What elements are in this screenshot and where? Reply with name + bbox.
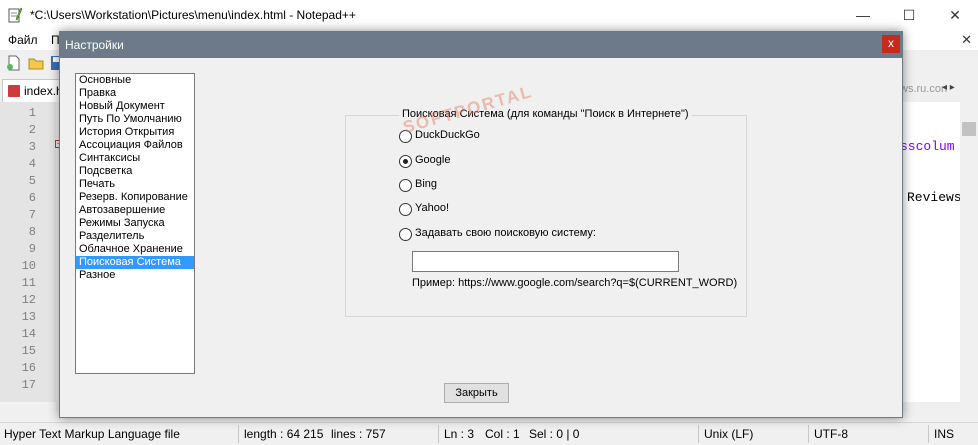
radio-label[interactable]: Google [415,154,450,166]
radio-button[interactable] [399,203,412,216]
category-misc[interactable]: Разное [76,269,194,282]
notepad-app-icon [8,7,23,23]
new-file-icon[interactable] [6,55,22,71]
tab-scroll-arrows-icon[interactable]: ◂ ▸ [942,82,955,93]
maximize-button[interactable]: ☐ [886,0,932,30]
insert-mode-label: INS [934,427,955,441]
line-number: 2 [28,123,36,137]
search-engine-group: Поисковая Система (для команды "Поиск в … [345,108,747,317]
line-number: 14 [21,327,36,341]
line-number: 6 [28,191,36,205]
close-dialog-button[interactable]: Закрыть [444,383,509,403]
line-number: 17 [21,378,36,392]
radio-label[interactable]: Yahoo! [415,202,449,214]
category-multi-instance[interactable]: Режимы Запуска [76,217,194,230]
line-number: 1 [28,106,36,120]
status-divider [698,425,699,443]
category-cloud[interactable]: Облачное Хранение [76,243,194,256]
line-number: 13 [21,310,36,324]
col-label: Col : 1 [485,427,520,441]
lines-label: lines : 757 [331,427,386,441]
settings-category-list[interactable]: Основные Правка Новый Документ Путь По У… [75,73,195,374]
close-document-icon[interactable]: ✕ [961,32,972,48]
line-number: 7 [28,208,36,222]
tab-overflow-label[interactable]: ws.ru.con [900,83,947,95]
line-number: 16 [21,361,36,375]
status-divider [928,425,929,443]
vertical-scrollbar[interactable] [960,102,978,420]
category-delimiter[interactable]: Разделитель [76,230,194,243]
line-number: 3 [28,140,36,154]
category-search-engine[interactable]: Поисковая Система [76,256,194,269]
line-number: 8 [28,225,36,239]
search-url-example: Пример: https://www.google.com/search?q=… [412,277,738,289]
category-auto-completion[interactable]: Автозавершение [76,204,194,217]
custom-search-url-input[interactable] [412,251,679,272]
eol-label: Unix (LF) [704,427,754,441]
category-language[interactable]: Синтаксисы [76,152,194,165]
line-number: 12 [21,293,36,307]
window-close-button[interactable]: ✕ [932,0,978,30]
radio-selected-dot [403,159,408,164]
file-type-label: Hyper Text Markup Language file [4,427,180,441]
dialog-close-button[interactable]: x [882,35,900,53]
category-new-document[interactable]: Новый Документ [76,100,194,113]
window-title: *C:\Users\Workstation\Pictures\menu\inde… [30,8,356,22]
category-general[interactable]: Основные [76,74,194,87]
radio-label[interactable]: Задавать свою поисковую систему: [415,227,596,239]
radio-label[interactable]: Bing [415,178,437,190]
radio-button[interactable] [399,228,412,241]
line-number: 9 [28,242,36,256]
category-highlighting[interactable]: Подсветка [76,165,194,178]
category-editing[interactable]: Правка [76,87,194,100]
settings-dialog: Настройки x Основные Правка Новый Докуме… [59,31,903,418]
scroll-thumb[interactable] [962,122,976,136]
category-recent-files[interactable]: История Открытия [76,126,194,139]
encoding-label: UTF-8 [814,427,848,441]
radio-button[interactable] [399,179,412,192]
line-number: 15 [21,344,36,358]
ln-label: Ln : 3 [444,427,475,441]
menu-file[interactable]: Файл [8,33,38,47]
radio-button[interactable] [399,155,412,168]
length-label: length : 64 215 [244,427,324,441]
minimize-button[interactable]: — [840,0,886,30]
status-divider [438,425,439,443]
line-number: 4 [28,157,36,171]
category-default-directory[interactable]: Путь По Умолчанию [76,113,194,126]
category-file-association[interactable]: Ассоциация Файлов [76,139,194,152]
sel-label: Sel : 0 | 0 [529,427,580,441]
status-divider [808,425,809,443]
status-divider [238,425,239,443]
code-fragment: Reviews [907,190,962,205]
category-backup[interactable]: Резерв. Копирование [76,191,194,204]
dialog-titlebar[interactable]: Настройки x [60,32,902,58]
open-file-icon[interactable] [28,55,44,71]
line-number: 11 [21,276,36,290]
dialog-title: Настройки [65,38,124,52]
line-number: 10 [21,259,36,273]
line-number: 5 [28,174,36,188]
statusbar: Hyper Text Markup Language file length :… [0,422,978,445]
category-print[interactable]: Печать [76,178,194,191]
unsaved-file-icon [8,85,20,97]
code-fragment: sscolum [900,139,955,154]
window-titlebar: *C:\Users\Workstation\Pictures\menu\inde… [0,0,978,30]
tab-index-html[interactable]: index.ht [2,79,66,102]
